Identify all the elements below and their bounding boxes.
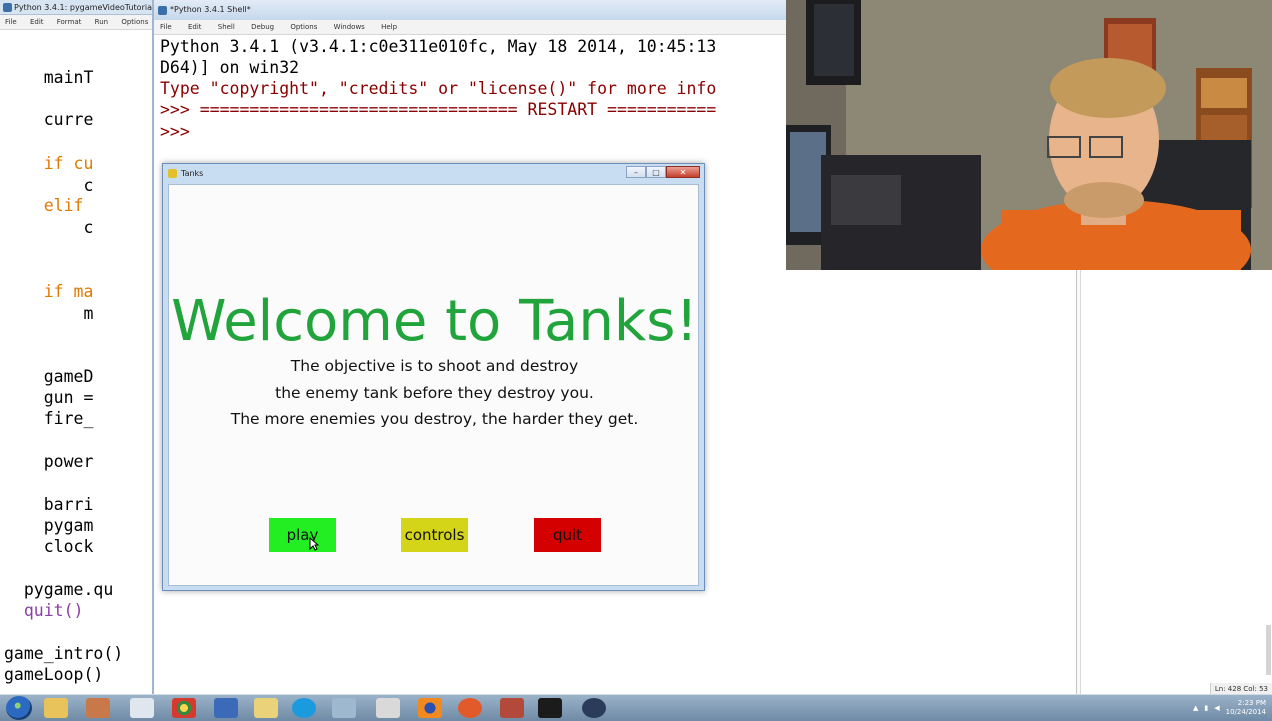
shell-menu-shell[interactable]: Shell: [218, 23, 235, 31]
game-canvas[interactable]: Welcome to Tanks! The objective is to sh…: [168, 184, 699, 586]
media-player-icon[interactable]: [86, 698, 110, 718]
code-line: clock: [4, 537, 94, 556]
objective-line-2: the enemy tank before they destroy you.: [275, 384, 594, 402]
shell-version-line: Python 3.4.1 (v3.4.1:c0e311e010fc, May 1…: [160, 37, 717, 56]
python-icon[interactable]: [254, 698, 278, 718]
code-line: pygame.qu: [4, 580, 114, 599]
controls-button[interactable]: controls: [401, 518, 468, 552]
objective-line-1: The objective is to shoot and destroy: [290, 357, 579, 375]
volume-icon[interactable]: ◀: [1214, 704, 1219, 712]
recorder-icon[interactable]: [458, 698, 482, 718]
python-icon: [3, 3, 12, 12]
python-icon: [158, 6, 167, 15]
code-line: mainT: [4, 68, 94, 87]
minimize-icon[interactable]: –: [626, 166, 646, 178]
document-icon[interactable]: [130, 698, 154, 718]
network-icon[interactable]: ▮: [1204, 704, 1208, 712]
shell-menubar: File Edit Shell Debug Options Windows He…: [154, 20, 792, 35]
editor-menu-format[interactable]: Format: [57, 18, 82, 26]
editor-menu-edit[interactable]: Edit: [30, 18, 44, 26]
code-line: elif: [4, 196, 84, 215]
notepad-icon[interactable]: [332, 698, 356, 718]
firefox-icon[interactable]: [418, 698, 442, 718]
tanks-title: Tanks: [181, 169, 204, 178]
code-line: if ma: [4, 282, 94, 301]
shell-menu-help[interactable]: Help: [381, 23, 397, 31]
clock[interactable]: 2:23 PM 10/24/2014: [1226, 699, 1266, 717]
code-line: fire_: [4, 409, 94, 428]
scrollbar-thumb[interactable]: [1266, 625, 1271, 675]
shell-title: *Python 3.4.1 Shell*: [170, 5, 251, 14]
tanks-window: Tanks – □ ✕ Welcome to Tanks! The object…: [162, 163, 705, 591]
code-line: power: [4, 452, 94, 471]
editor-menu-run[interactable]: Run: [95, 18, 108, 26]
shell-menu-options[interactable]: Options: [290, 23, 317, 31]
chrome-icon[interactable]: [172, 698, 196, 718]
maximize-icon[interactable]: □: [646, 166, 666, 178]
editor-menu-file[interactable]: File: [5, 18, 17, 26]
shell-menu-file[interactable]: File: [160, 23, 172, 31]
code-line: c: [4, 218, 94, 237]
editor-menu-options[interactable]: Options: [121, 18, 148, 26]
shell-platform-line: D64)] on win32: [160, 58, 300, 77]
code-line: game_intro(): [4, 644, 124, 663]
code-line: quit(): [4, 601, 84, 620]
shell-menu-edit[interactable]: Edit: [188, 23, 202, 31]
code-line: gameD: [4, 367, 94, 386]
close-icon[interactable]: ✕: [666, 166, 700, 178]
shell-titlebar[interactable]: *Python 3.4.1 Shell*: [154, 0, 792, 20]
tool-icon[interactable]: [376, 698, 400, 718]
webcam-overlay: [786, 0, 1272, 270]
editor-code-area[interactable]: mainT curre if cu c elif c if ma m gameD…: [0, 30, 155, 690]
clock-date: 10/24/2014: [1225, 708, 1266, 716]
code-line: gun =: [4, 388, 94, 407]
obs-icon[interactable]: [582, 698, 606, 718]
code-line: pygam: [4, 516, 94, 535]
mouse-cursor-icon: [309, 537, 319, 551]
objective-line-3: The more enemies you destroy, the harder…: [230, 410, 639, 428]
code-line: gameLoop(): [4, 665, 104, 684]
webcam-image: [786, 0, 1272, 270]
shell-menu-debug[interactable]: Debug: [251, 23, 274, 31]
shell-restart-line: >>> ================================ RES…: [160, 100, 717, 119]
background-editor-pane[interactable]: [1080, 270, 1272, 694]
tanks-titlebar[interactable]: Tanks – □ ✕: [163, 164, 704, 184]
skype-icon[interactable]: [292, 698, 316, 718]
app-icon[interactable]: [214, 698, 238, 718]
code-line: curre: [4, 110, 94, 129]
shell-menu-windows[interactable]: Windows: [334, 23, 365, 31]
code-line: c: [4, 176, 94, 195]
play-button[interactable]: play: [269, 518, 336, 552]
game-icon[interactable]: [500, 698, 524, 718]
file-explorer-icon[interactable]: [44, 698, 68, 718]
shell-license-line: Type "copyright", "credits" or "license(…: [160, 79, 717, 98]
shell-prompt[interactable]: >>>: [160, 122, 190, 141]
terminal-icon[interactable]: [538, 698, 562, 718]
system-tray: ▲ ▮ ◀ 2:23 PM 10/24/2014: [1193, 696, 1266, 720]
code-line: m: [4, 304, 94, 323]
quit-button[interactable]: quit: [534, 518, 601, 552]
chevron-up-icon[interactable]: ▲: [1193, 704, 1198, 712]
code-line: if cu: [4, 154, 94, 173]
window-controls: – □ ✕: [626, 166, 700, 179]
pygame-icon: [168, 169, 177, 178]
clock-time: 2:23 PM: [1237, 699, 1266, 707]
code-line: barri: [4, 495, 94, 514]
welcome-heading: Welcome to Tanks!: [171, 289, 698, 354]
taskbar: ▲ ▮ ◀ 2:23 PM 10/24/2014: [0, 694, 1272, 721]
start-button[interactable]: [6, 696, 32, 720]
